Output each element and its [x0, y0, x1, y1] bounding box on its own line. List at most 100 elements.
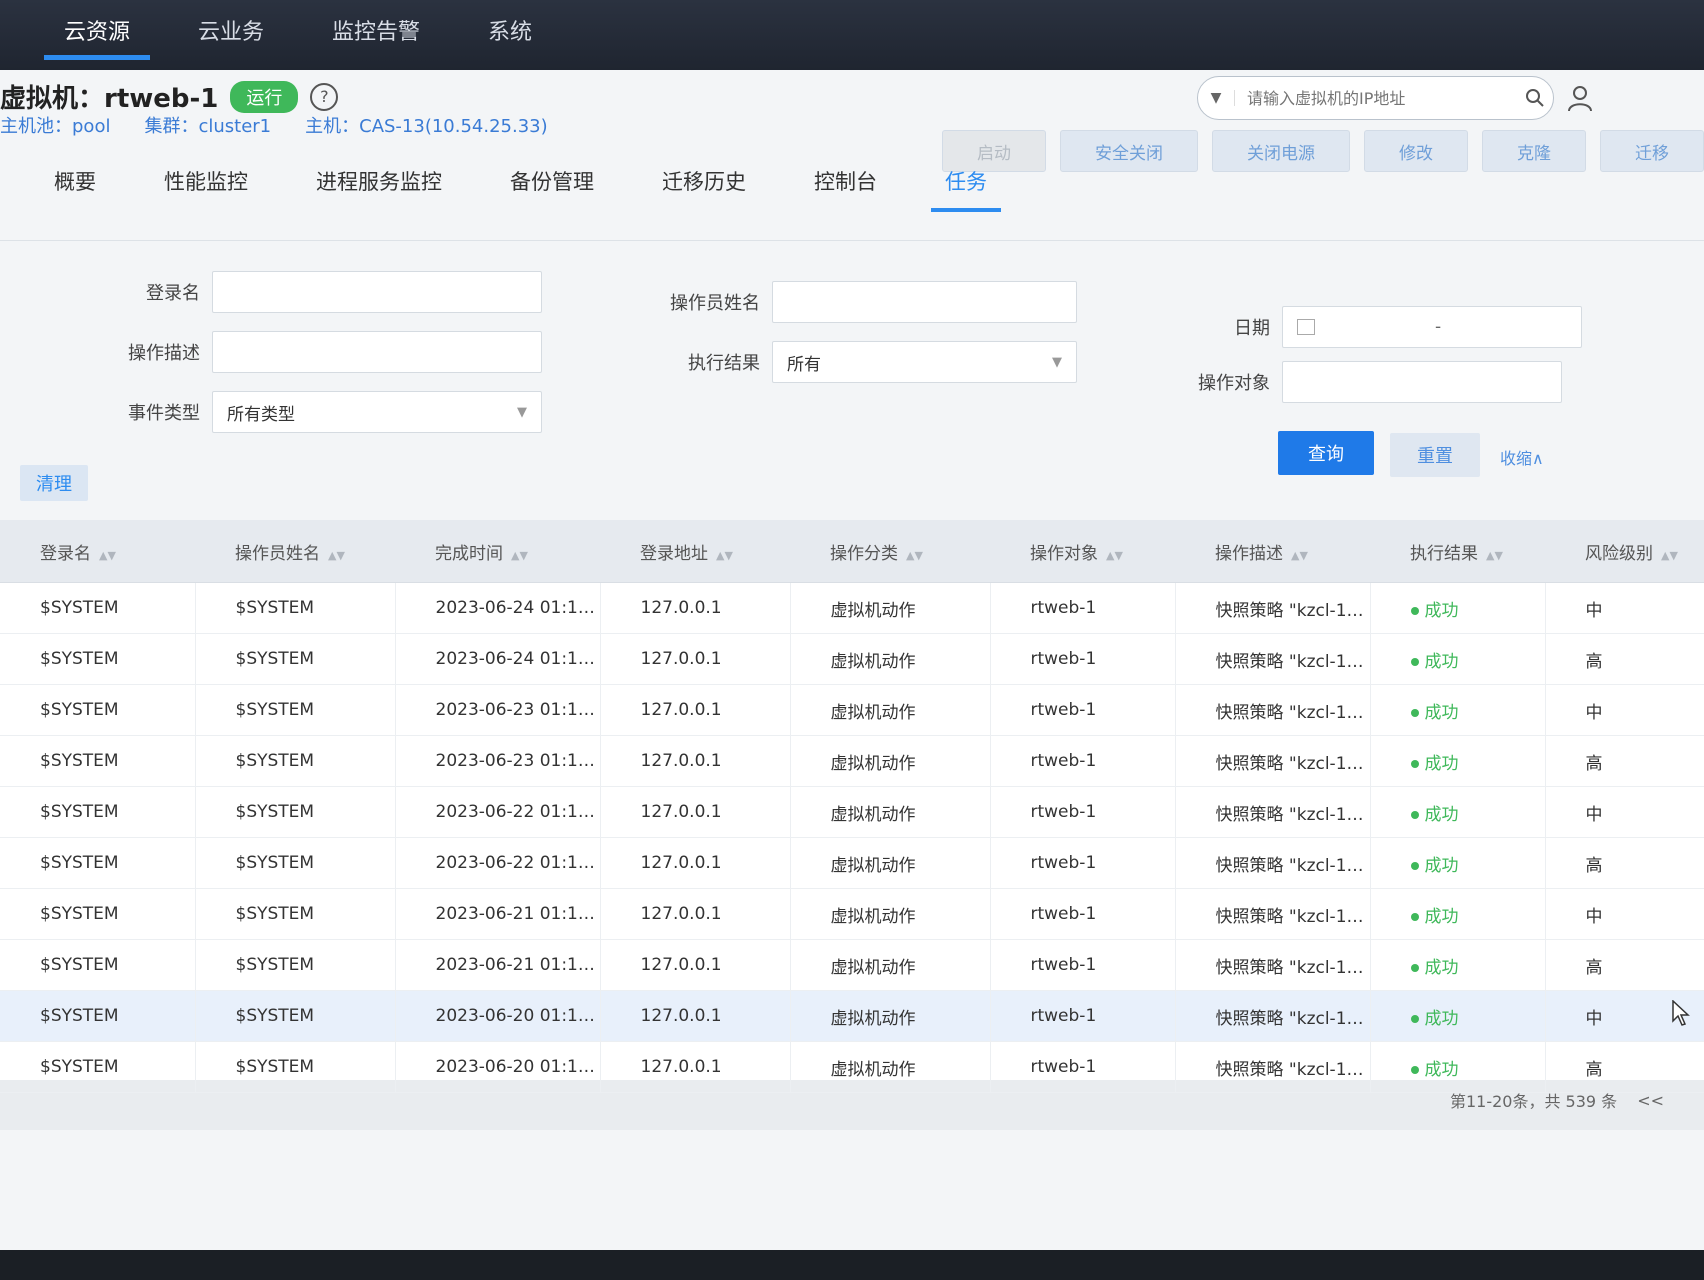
help-icon[interactable]: ? — [310, 82, 339, 111]
table-cell: 成功 — [1370, 939, 1546, 991]
cluster-label: 集群： — [144, 116, 199, 137]
mouse-cursor-icon — [1672, 1000, 1690, 1026]
table-header-row: 登录名 ▲▼ 操作员姓名 ▲▼ 完成时间 ▲▼ 登录地址 ▲▼ 操作分类 ▲▼ 操作对象 ▲▼ 操作描述… — [0, 520, 1704, 583]
sort-icon[interactable]: ▲▼ — [99, 549, 116, 562]
table-cell: 127.0.0.1 — [600, 1041, 791, 1093]
exec-result-text: 成功 — [1424, 1008, 1459, 1029]
exec-result-text: 成功 — [1424, 855, 1459, 876]
table-cell: 2023-06-22 01:12:13 — [395, 837, 601, 889]
table-cell: 127.0.0.1 — [600, 939, 791, 991]
table-row[interactable]: $SYSTEM $SYSTEM 2023-06-22 01:12:13 127.0.0… — [0, 837, 1704, 889]
table-row[interactable]: $SYSTEM $SYSTEM 2023-06-23 01:12:38 127.0.0… — [0, 735, 1704, 787]
host-pool-label: 主机池： — [0, 116, 72, 137]
search-icon[interactable] — [1517, 88, 1553, 108]
column-header[interactable]: 操作对象 ▲▼ — [990, 520, 1175, 583]
chevron-down-icon: ▼ — [1052, 354, 1062, 370]
table-row[interactable]: $SYSTEM $SYSTEM 2023-06-20 01:12:08 127.0.0… — [0, 1041, 1704, 1093]
sort-icon[interactable]: ▲▼ — [1486, 549, 1503, 562]
topnav-cloud-business[interactable]: 云业务 — [164, 0, 298, 60]
op-target-input[interactable] — [1282, 361, 1562, 403]
table-cell: 虚拟机动作 — [790, 1041, 991, 1093]
event-type-select[interactable]: 所有类型 ▼ — [212, 391, 542, 433]
tab-tasks[interactable]: 任务 — [911, 150, 1021, 212]
migrate-button[interactable]: 迁移 — [1600, 130, 1704, 172]
column-header[interactable]: 执行结果 ▲▼ — [1370, 520, 1545, 583]
sort-icon[interactable]: ▲▼ — [906, 549, 923, 562]
column-header[interactable]: 风险级别 ▲▼ — [1545, 520, 1704, 583]
tab-backup[interactable]: 备份管理 — [476, 150, 628, 212]
tab-overview[interactable]: 概要 — [20, 150, 130, 212]
column-header[interactable]: 完成时间 ▲▼ — [395, 520, 600, 583]
table-row[interactable]: $SYSTEM $SYSTEM 2023-06-24 01:12:12 127.0.0… — [0, 582, 1704, 634]
sort-icon[interactable]: ▲▼ — [1291, 549, 1308, 562]
table-cell: 虚拟机动作 — [790, 633, 991, 685]
table-cell: $SYSTEM — [195, 684, 396, 736]
exec-result-text: 成功 — [1424, 804, 1459, 825]
topnav-cloud-resources[interactable]: 云资源 — [30, 0, 164, 60]
user-icon[interactable] — [1566, 84, 1594, 112]
tab-performance[interactable]: 性能监控 — [130, 150, 282, 212]
table-cell: $SYSTEM — [195, 990, 396, 1042]
table-cell: 成功 — [1370, 735, 1546, 787]
login-name-input[interactable] — [212, 271, 542, 313]
column-header-label: 登录名 — [40, 543, 91, 564]
op-desc-input[interactable] — [212, 331, 542, 373]
column-header[interactable]: 登录地址 ▲▼ — [600, 520, 790, 583]
table-cell: 中 — [1545, 786, 1704, 838]
table-row[interactable]: $SYSTEM $SYSTEM 2023-06-21 01:12:09 127.0.0… — [0, 888, 1704, 940]
exec-result-select[interactable]: 所有 ▼ — [772, 341, 1077, 383]
power-off-button[interactable]: 关闭电源 — [1212, 130, 1350, 172]
event-type-label: 事件类型 — [128, 403, 200, 424]
query-button[interactable]: 查询 — [1278, 431, 1374, 475]
table-cell: $SYSTEM — [0, 735, 196, 787]
sort-icon[interactable]: ▲▼ — [1106, 549, 1123, 562]
table-row[interactable]: $SYSTEM $SYSTEM 2023-06-21 01:11:58 127.0.0… — [0, 939, 1704, 991]
column-header[interactable]: 登录名 ▲▼ — [0, 520, 195, 583]
sort-icon[interactable]: ▲▼ — [328, 549, 345, 562]
status-dot-icon — [1410, 963, 1419, 972]
date-range-input[interactable]: - — [1282, 306, 1582, 348]
sort-icon[interactable]: ▲▼ — [716, 549, 733, 562]
vm-tabs: 概要 性能监控 进程服务监控 备份管理 迁移历史 控制台 任务 — [20, 150, 1021, 212]
table-cell: 虚拟机动作 — [790, 888, 991, 940]
safe-shutdown-button[interactable]: 安全关闭 — [1060, 130, 1198, 172]
sort-icon[interactable]: ▲▼ — [1661, 549, 1678, 562]
tab-console[interactable]: 控制台 — [780, 150, 911, 212]
table-cell: $SYSTEM — [195, 735, 396, 787]
table-cell: $SYSTEM — [0, 837, 196, 889]
table-row[interactable]: $SYSTEM $SYSTEM 2023-06-22 01:12:23 127.0.0… — [0, 786, 1704, 838]
status-badge: 运行 — [230, 80, 299, 113]
column-header[interactable]: 操作描述 ▲▼ — [1175, 520, 1370, 583]
topnav-system[interactable]: 系统 — [454, 0, 566, 60]
tab-migration-history[interactable]: 迁移历史 — [628, 150, 780, 212]
prev-page-button[interactable]: << — [1637, 1091, 1664, 1110]
chevron-down-icon: ▼ — [517, 404, 527, 420]
column-header-label: 操作分类 — [830, 543, 898, 564]
date-field: 日期 - — [1140, 306, 1582, 348]
table-row[interactable]: $SYSTEM $SYSTEM 2023-06-24 01:12:01 127.0.0… — [0, 633, 1704, 685]
topnav-monitor-alerts[interactable]: 监控告警 — [298, 0, 454, 60]
table-row[interactable]: $SYSTEM $SYSTEM 2023-06-23 01:12:49 127.0.0… — [0, 684, 1704, 736]
table-row[interactable]: $SYSTEM $SYSTEM 2023-06-20 01:12:19 127.0.0… — [0, 990, 1704, 1042]
search-dropdown-icon[interactable]: ▼ — [1198, 90, 1235, 106]
clear-button[interactable]: 清理 — [20, 465, 88, 501]
table-cell: rtweb-1 — [990, 1041, 1176, 1093]
clone-button[interactable]: 克隆 — [1482, 130, 1586, 172]
status-dot-icon — [1410, 708, 1419, 717]
table-cell: rtweb-1 — [990, 582, 1176, 634]
search-input[interactable] — [1235, 87, 1517, 109]
date-label: 日期 — [1234, 318, 1270, 339]
operator-name-input[interactable] — [772, 281, 1077, 323]
table-cell: $SYSTEM — [0, 939, 196, 991]
reset-button[interactable]: 重置 — [1390, 433, 1480, 477]
modify-button[interactable]: 修改 — [1364, 130, 1468, 172]
column-header[interactable]: 操作员姓名 ▲▼ — [195, 520, 395, 583]
sort-icon[interactable]: ▲▼ — [511, 549, 528, 562]
table-cell: 快照策略 "kzcl-1" ... — [1175, 786, 1371, 838]
column-header-label: 操作对象 — [1030, 543, 1098, 564]
date-range-separator: - — [1435, 317, 1442, 337]
column-header[interactable]: 操作分类 ▲▼ — [790, 520, 990, 583]
cluster-value: cluster1 — [198, 116, 272, 137]
tab-process-service[interactable]: 进程服务监控 — [282, 150, 476, 212]
collapse-link[interactable]: 收缩∧ — [1500, 445, 1544, 469]
